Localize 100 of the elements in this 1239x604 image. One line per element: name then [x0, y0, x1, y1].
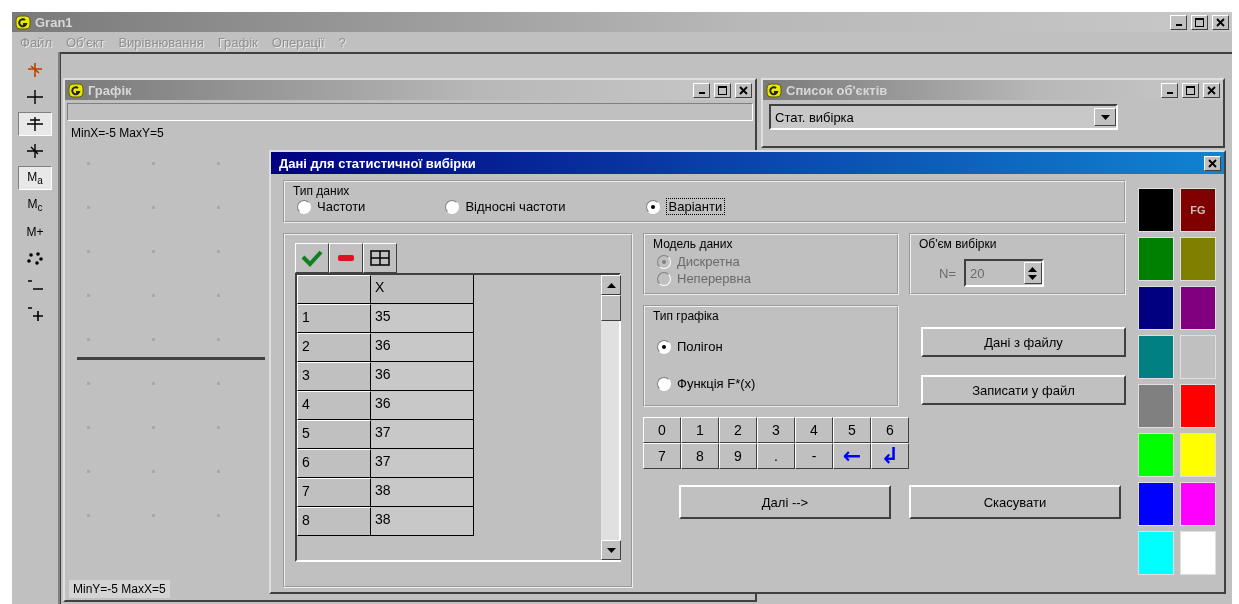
color-swatch[interactable]	[1180, 384, 1216, 428]
color-swatch[interactable]	[1138, 531, 1174, 575]
keypad-key[interactable]: 2	[719, 417, 757, 443]
maximize-icon	[1195, 17, 1204, 27]
keypad-key[interactable]: -	[795, 443, 833, 469]
close-button[interactable]	[1212, 14, 1229, 30]
scroll-up-icon	[606, 282, 616, 288]
table-cell[interactable]: 38	[371, 478, 474, 507]
group-label: Тип даних	[293, 184, 351, 198]
radio-button[interactable]: Полігон	[653, 339, 889, 354]
keypad-key[interactable]: 4	[795, 417, 833, 443]
tool-button[interactable]: M+	[18, 220, 52, 244]
table-cell[interactable]: 36	[371, 391, 474, 420]
keypad-key[interactable]: 0	[643, 417, 681, 443]
app-icon	[766, 82, 782, 98]
table-icon	[368, 248, 392, 268]
color-swatch[interactable]	[1180, 482, 1216, 526]
radio-dot[interactable]	[445, 199, 460, 214]
field-label: N=	[939, 265, 956, 281]
scroll-thumb[interactable]	[601, 295, 621, 321]
app-icon	[15, 14, 31, 30]
radio-dot[interactable]	[657, 339, 671, 354]
maximize-button[interactable]	[1191, 14, 1208, 30]
tool-button[interactable]: M$_{a}$	[18, 166, 52, 190]
color-swatch[interactable]	[1180, 433, 1216, 477]
field-value: 20	[969, 265, 986, 281]
minimize-button[interactable]	[1170, 14, 1187, 30]
radio-dot[interactable]	[297, 199, 311, 214]
radio-dot[interactable]	[657, 376, 671, 391]
radio-button[interactable]: Частоти	[297, 198, 366, 215]
keypad-key[interactable]: ←	[833, 443, 871, 469]
object-dropdown[interactable]: Стат. вибірка	[769, 104, 1118, 130]
color-swatch[interactable]	[1180, 286, 1216, 330]
color-swatch[interactable]: FG	[1180, 188, 1216, 232]
color-swatch[interactable]	[1180, 531, 1216, 575]
scatter-icon	[25, 250, 45, 268]
minimize-button[interactable]	[693, 82, 710, 98]
close-button[interactable]	[735, 82, 752, 98]
next-button[interactable]: Далі -->	[679, 485, 891, 519]
file-button[interactable]: Записати у файл	[921, 375, 1126, 405]
color-swatch[interactable]	[1138, 188, 1174, 232]
maximize-button[interactable]	[1182, 82, 1199, 98]
caret-icon	[1100, 114, 1110, 120]
confirm-button[interactable]	[295, 243, 329, 273]
minimize-icon	[1166, 92, 1173, 94]
keypad-key[interactable]: 6	[871, 417, 909, 443]
window-title: Gran1	[35, 14, 73, 30]
table-cell[interactable]: 36	[371, 333, 474, 362]
cancel-button[interactable]: Скасувати	[909, 485, 1121, 519]
row-header: 8	[297, 507, 371, 536]
tool-button[interactable]	[18, 112, 52, 136]
crossbar-icon	[25, 115, 45, 133]
tool-button[interactable]: M$_{c}$	[18, 193, 52, 217]
keypad-key[interactable]: 5	[833, 417, 871, 443]
window-title: Графік	[88, 82, 132, 98]
keypad-key[interactable]: 8	[681, 443, 719, 469]
table-cell[interactable]: 36	[371, 362, 474, 391]
color-swatch[interactable]	[1138, 286, 1174, 330]
keypad-key[interactable]: 1	[681, 417, 719, 443]
minimize-button[interactable]	[1161, 82, 1178, 98]
color-swatch[interactable]	[1138, 237, 1174, 281]
color-swatch[interactable]	[1138, 335, 1174, 379]
table-cell[interactable]: 35	[371, 304, 474, 333]
color-swatch[interactable]	[1138, 482, 1174, 526]
maximize-button[interactable]	[714, 82, 731, 98]
maximize-icon	[1186, 85, 1195, 95]
color-swatch[interactable]	[1138, 384, 1174, 428]
group-label: Тип графіка	[653, 309, 720, 323]
table-cell[interactable]: 38	[371, 507, 474, 536]
close-icon	[739, 85, 748, 95]
keypad-key[interactable]: 3	[757, 417, 795, 443]
keypad-key[interactable]: ↲	[871, 443, 909, 469]
crosshair-icon	[25, 61, 45, 79]
table-button[interactable]	[363, 243, 397, 273]
zoom-in-icon	[25, 304, 45, 322]
radio-dot[interactable]	[645, 199, 660, 214]
table-cell[interactable]: 37	[371, 420, 474, 449]
file-button[interactable]: Дані з файлу	[921, 327, 1126, 357]
dialog-title: Дані для статистичної вибірки	[279, 155, 476, 171]
scroll-down-icon	[606, 547, 616, 553]
delete-button[interactable]	[329, 243, 363, 273]
row-header: 2	[297, 333, 371, 362]
group-label: Об'єм вибірки	[919, 237, 998, 251]
keypad-key[interactable]: 7	[643, 443, 681, 469]
close-button[interactable]	[1204, 155, 1221, 171]
keypad-key[interactable]: .	[757, 443, 795, 469]
dropdown-button[interactable]	[1094, 108, 1116, 126]
table-cell[interactable]: 37	[371, 449, 474, 478]
color-swatch[interactable]	[1180, 335, 1216, 379]
minimize-icon	[698, 92, 705, 94]
radio-button[interactable]: Відносні частоти	[445, 198, 566, 215]
color-swatch[interactable]	[1138, 433, 1174, 477]
app-icon	[68, 82, 84, 98]
color-swatch[interactable]	[1180, 237, 1216, 281]
radio-button[interactable]: Функція F*(x)	[653, 376, 889, 391]
keypad-key[interactable]: 9	[719, 443, 757, 469]
check-icon	[300, 248, 324, 268]
scrollbar[interactable]	[601, 275, 619, 560]
row-header: 6	[297, 449, 371, 478]
close-button[interactable]	[1203, 82, 1220, 98]
